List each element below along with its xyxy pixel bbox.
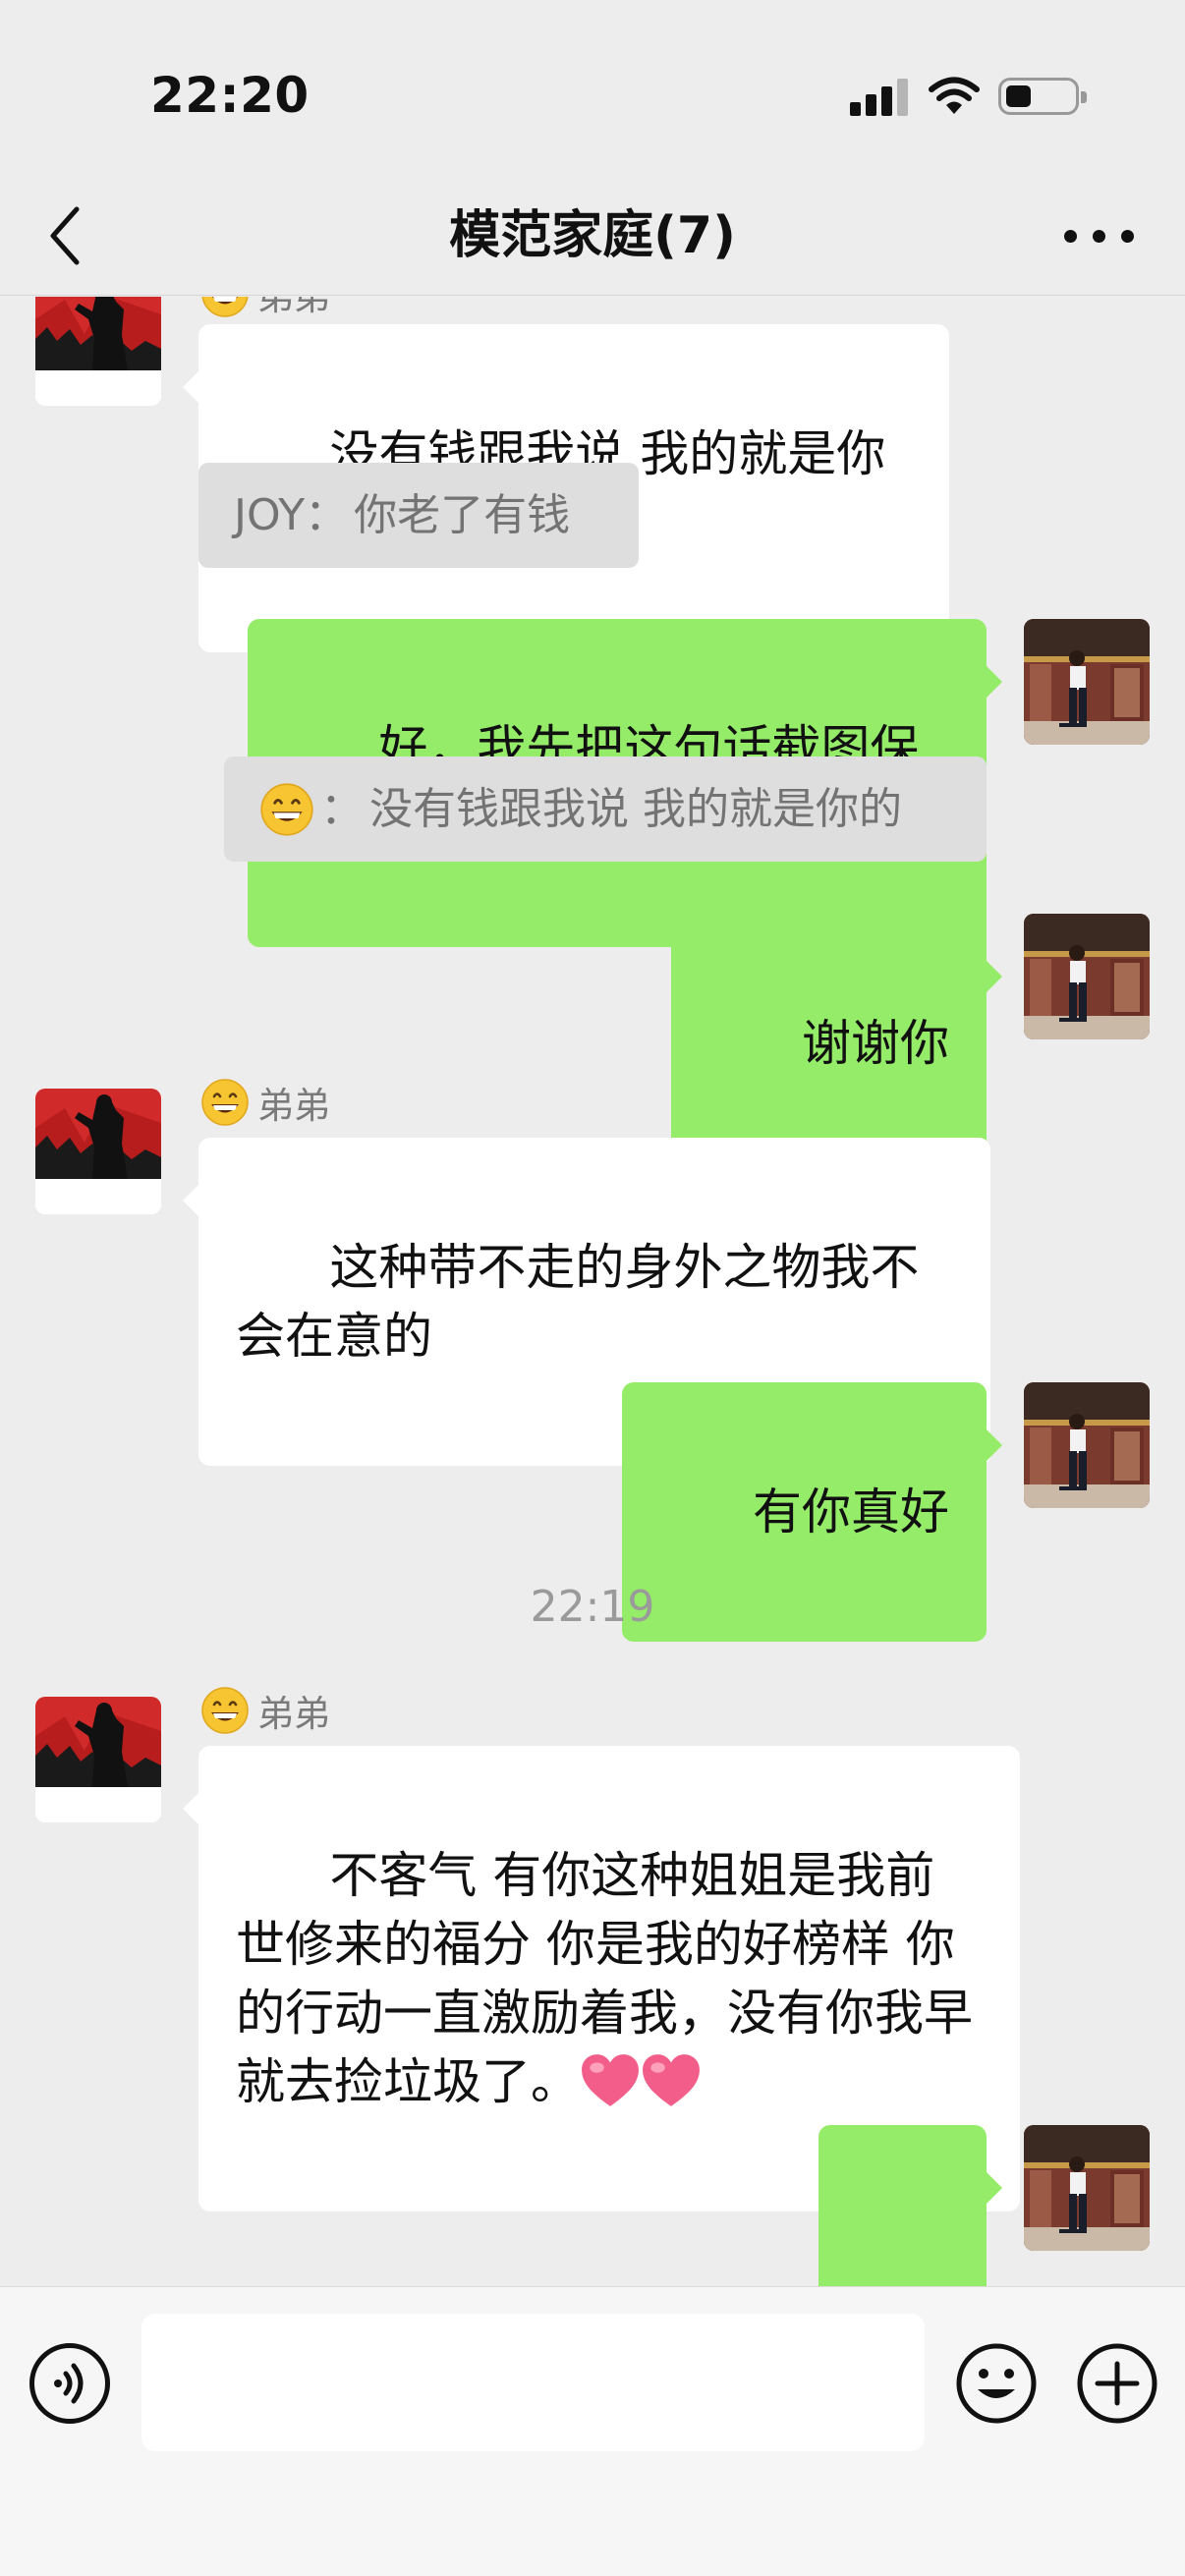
avatar[interactable] [35,1697,161,1822]
grinning-face-icon [200,297,250,318]
more-dots-icon[interactable] [1064,226,1135,246]
avatar[interactable] [35,297,161,406]
message-bubble[interactable] [818,2125,1003,2286]
timestamp-divider: 22:19 [530,1582,655,1632]
plus-circle-icon[interactable] [1074,2340,1160,2427]
grinning-face-icon [259,782,314,837]
message-bubble[interactable]: 谢谢你 [670,914,1003,1173]
avatar[interactable] [1024,914,1150,1039]
cellular-signal-icon [850,79,909,116]
status-time: 22:20 [150,67,310,124]
status-bar: 22:20 [0,0,1185,182]
avatar[interactable] [1024,1382,1150,1508]
composer-bar [0,2286,1185,2576]
sender-label: 弟弟 [200,297,330,320]
grinning-face-icon [200,1078,250,1127]
wifi-icon [929,77,980,114]
quote-prefix: ： [320,784,364,834]
message-text: 谢谢你 [802,1015,949,1072]
quote-prefix: JOY： [234,490,349,540]
avatar[interactable] [35,1089,161,1214]
smiley-face-icon[interactable] [953,2340,1040,2427]
message-text: 这种带不走的身外之物我不会在意的 [236,1239,920,1365]
message-input[interactable] [141,2314,925,2451]
pink-heart-icon [580,2053,641,2108]
voice-input-icon[interactable] [29,2343,110,2424]
sender-label: 弟弟 [200,1076,330,1129]
battery-icon [998,78,1087,115]
quote-text: 没有钱跟我说 我的就是你的 [369,784,902,834]
sender-name: 弟弟 [257,1693,330,1735]
avatar[interactable] [1024,619,1150,745]
sender-label: 弟弟 [200,1684,330,1737]
pink-heart-icon [641,2053,702,2108]
chat-header: 模范家庭(7) [0,182,1185,296]
quoted-message[interactable]: JOY： 你老了有钱 [198,463,639,568]
quote-text: 你老了有钱 [354,490,571,540]
message-list[interactable]: 弟弟 没有钱跟我说 我的就是你的 JOY：你老了有钱 好，我先把这句话截图保存 … [0,297,1185,2286]
quoted-message[interactable]: ：没有钱跟我说 我的就是你的 [224,756,987,862]
message-text: 有你真好 [753,1484,949,1540]
grinning-face-icon [200,1686,250,1735]
sender-name: 弟弟 [257,297,330,318]
avatar[interactable] [1024,2125,1150,2251]
chat-title: 模范家庭(7) [449,206,736,265]
sender-name: 弟弟 [257,1085,330,1127]
